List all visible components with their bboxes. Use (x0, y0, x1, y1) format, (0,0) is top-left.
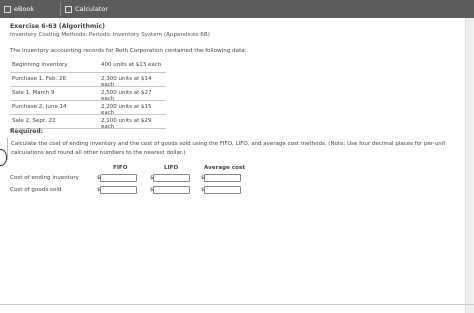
row-label-ending-inventory: Cost of ending inventory (10, 175, 79, 181)
calculator-tab-label: Calculator (75, 5, 109, 13)
inventory-row: Purchase 1, Feb. 26 2,300 units at $14 e… (10, 73, 166, 88)
calculator-icon (65, 5, 72, 13)
fifo-cogs-input[interactable] (100, 186, 137, 194)
inventory-row-label: Purchase 2, June 14 (12, 104, 67, 110)
exercise-subtitle: Inventory Costing Methods: Periodic Inve… (10, 32, 210, 38)
lifo-cogs-input[interactable] (153, 186, 190, 194)
ebook-icon (4, 5, 11, 13)
instructions-box: Calculate the cost of ending inventory a… (7, 138, 467, 160)
inventory-row-label: Sale 2, Sept. 22 (12, 118, 56, 124)
lifo-ending-inventory-input[interactable] (153, 174, 190, 182)
inventory-row: Sale 1, March 9 2,500 units at $27 each (10, 87, 166, 102)
inventory-row: Beginning inventory 400 units at $13 eac… (10, 59, 166, 73)
required-heading: Required: (10, 128, 44, 135)
inventory-row: Purchase 2, June 14 2,200 units at $15 e… (10, 101, 166, 116)
calculator-tab[interactable]: Calculator (60, 2, 125, 16)
inventory-row-value: 400 units at $13 each (101, 62, 162, 68)
exercise-title: Exercise 6-63 (Algorithmic) (10, 23, 105, 30)
column-header-lifo: LIFO (164, 165, 179, 171)
average-cogs-input[interactable] (204, 186, 241, 194)
row-label-cost-of-goods-sold: Cost of goods sold (10, 187, 62, 193)
ebook-tab-label: eBook (14, 5, 35, 13)
inventory-row-label: Purchase 1, Feb. 26 (12, 76, 66, 82)
exercise-intro: The inventory accounting records for Rot… (10, 48, 247, 54)
inventory-table: Beginning inventory 400 units at $13 eac… (10, 59, 166, 130)
fifo-ending-inventory-input[interactable] (100, 174, 137, 182)
inventory-row: Sale 2, Sept. 22 2,100 units at $29 each (10, 115, 166, 130)
bottom-divider (0, 304, 474, 305)
inventory-row-label: Beginning inventory (12, 62, 68, 68)
top-toolbar: eBook Calculator (0, 0, 474, 18)
inventory-row-label: Sale 1, March 9 (12, 90, 55, 96)
average-ending-inventory-input[interactable] (204, 174, 241, 182)
column-header-fifo: FIFO (113, 165, 128, 171)
column-header-average-cost: Average cost (204, 165, 246, 171)
right-scroll-rail[interactable] (465, 18, 474, 313)
inventory-row-value: 2,100 units at $29 each (101, 118, 152, 130)
ebook-tab[interactable]: eBook (4, 2, 54, 16)
instructions-text: Calculate the cost of ending inventory a… (11, 141, 446, 156)
